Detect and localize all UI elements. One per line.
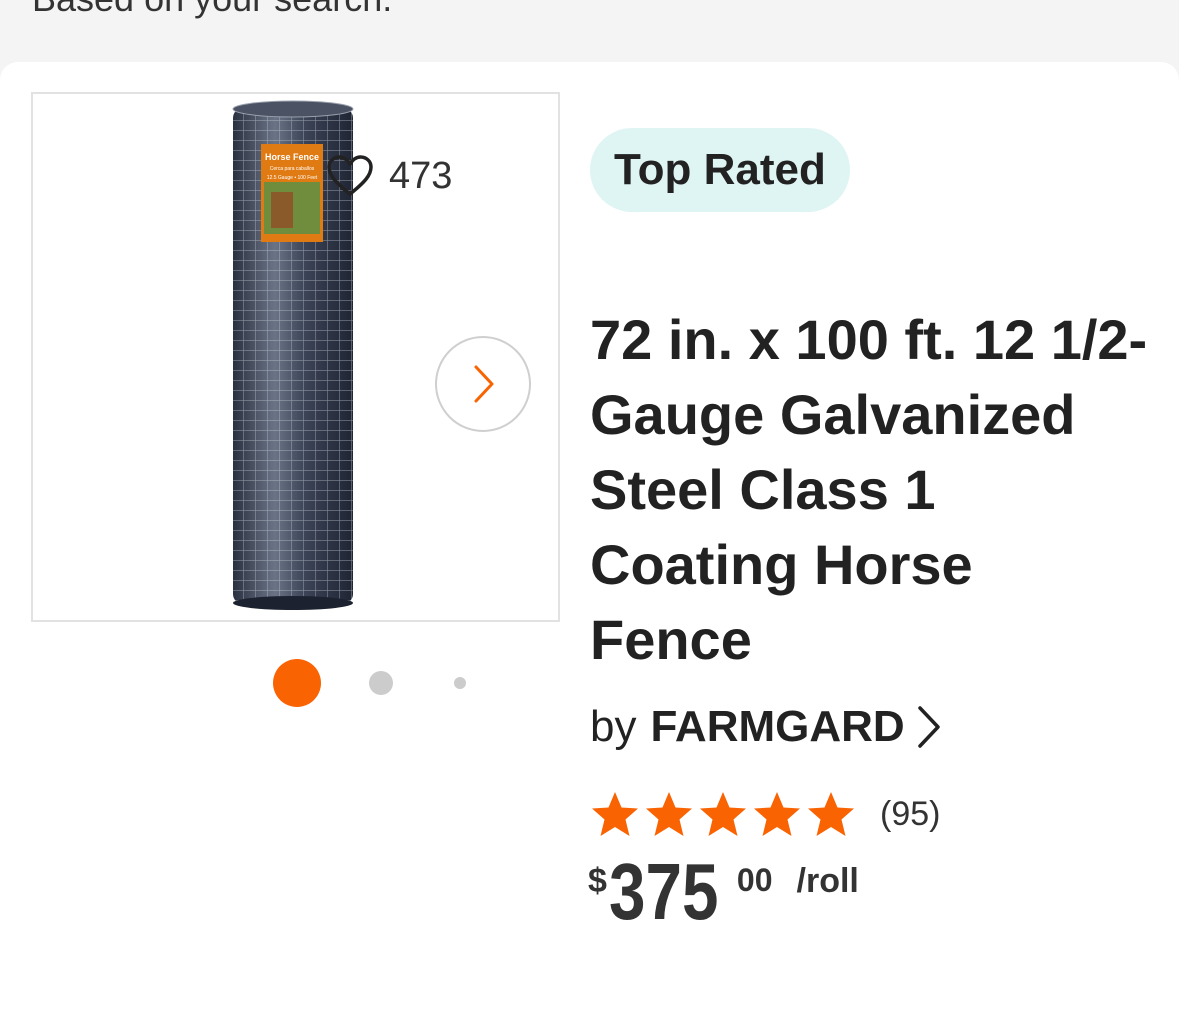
star-icon: [592, 792, 638, 836]
price-currency: $: [588, 862, 607, 900]
label-title: Horse Fence: [265, 152, 319, 162]
heart-icon[interactable]: [325, 154, 375, 198]
star-rating: [590, 790, 860, 838]
carousel-dot-active[interactable]: [273, 659, 321, 707]
product-image-carousel[interactable]: Horse Fence Cerca para caballos 12.5 Gau…: [31, 92, 560, 622]
carousel-dot[interactable]: [454, 677, 466, 689]
brand-link[interactable]: by FARMGARD: [590, 702, 943, 752]
review-count[interactable]: (95): [880, 795, 940, 834]
brand-name[interactable]: FARMGARD: [650, 702, 904, 752]
chevron-right-icon: [917, 706, 940, 748]
price-dollars: 375: [608, 847, 719, 936]
price-cents: 00: [736, 862, 773, 898]
search-context-header: Based on your search.: [0, 0, 1179, 62]
product-card[interactable]: Horse Fence Cerca para caballos 12.5 Gau…: [0, 62, 1179, 1011]
product-price: $ 375 00 /roll: [588, 852, 859, 932]
label-spec: 12.5 Gauge • 100 Feet: [267, 175, 318, 181]
label-subtitle: Cerca para caballos: [270, 166, 315, 172]
star-icon: [646, 792, 692, 836]
favorite-button[interactable]: 473: [325, 154, 452, 198]
brand-prefix: by: [590, 702, 637, 751]
star-icon: [700, 792, 746, 836]
price-unit: /roll: [796, 862, 859, 900]
top-rated-badge: Top Rated: [590, 128, 850, 212]
star-icon: [754, 792, 800, 836]
chevron-right-icon: [474, 365, 494, 403]
product-rating[interactable]: (95): [590, 790, 940, 838]
carousel-pagination: [273, 659, 473, 709]
favorites-count: 473: [389, 154, 453, 197]
carousel-dot[interactable]: [369, 671, 393, 695]
product-title[interactable]: 72 in. x 100 ft. 12 1/2-Gauge Galvanized…: [590, 302, 1150, 677]
star-icon: [808, 792, 854, 836]
search-context-text: Based on your search.: [32, 0, 392, 20]
next-image-button[interactable]: [435, 336, 531, 432]
